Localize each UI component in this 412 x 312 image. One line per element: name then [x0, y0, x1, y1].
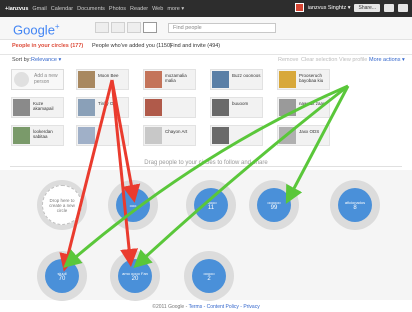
annotation-arrows [59, 79, 350, 272]
green-arrow-1 [285, 85, 350, 204]
red-arrow-1 [59, 79, 114, 272]
green-arrow-3 [133, 84, 349, 269]
green-arrow-2 [63, 84, 349, 268]
